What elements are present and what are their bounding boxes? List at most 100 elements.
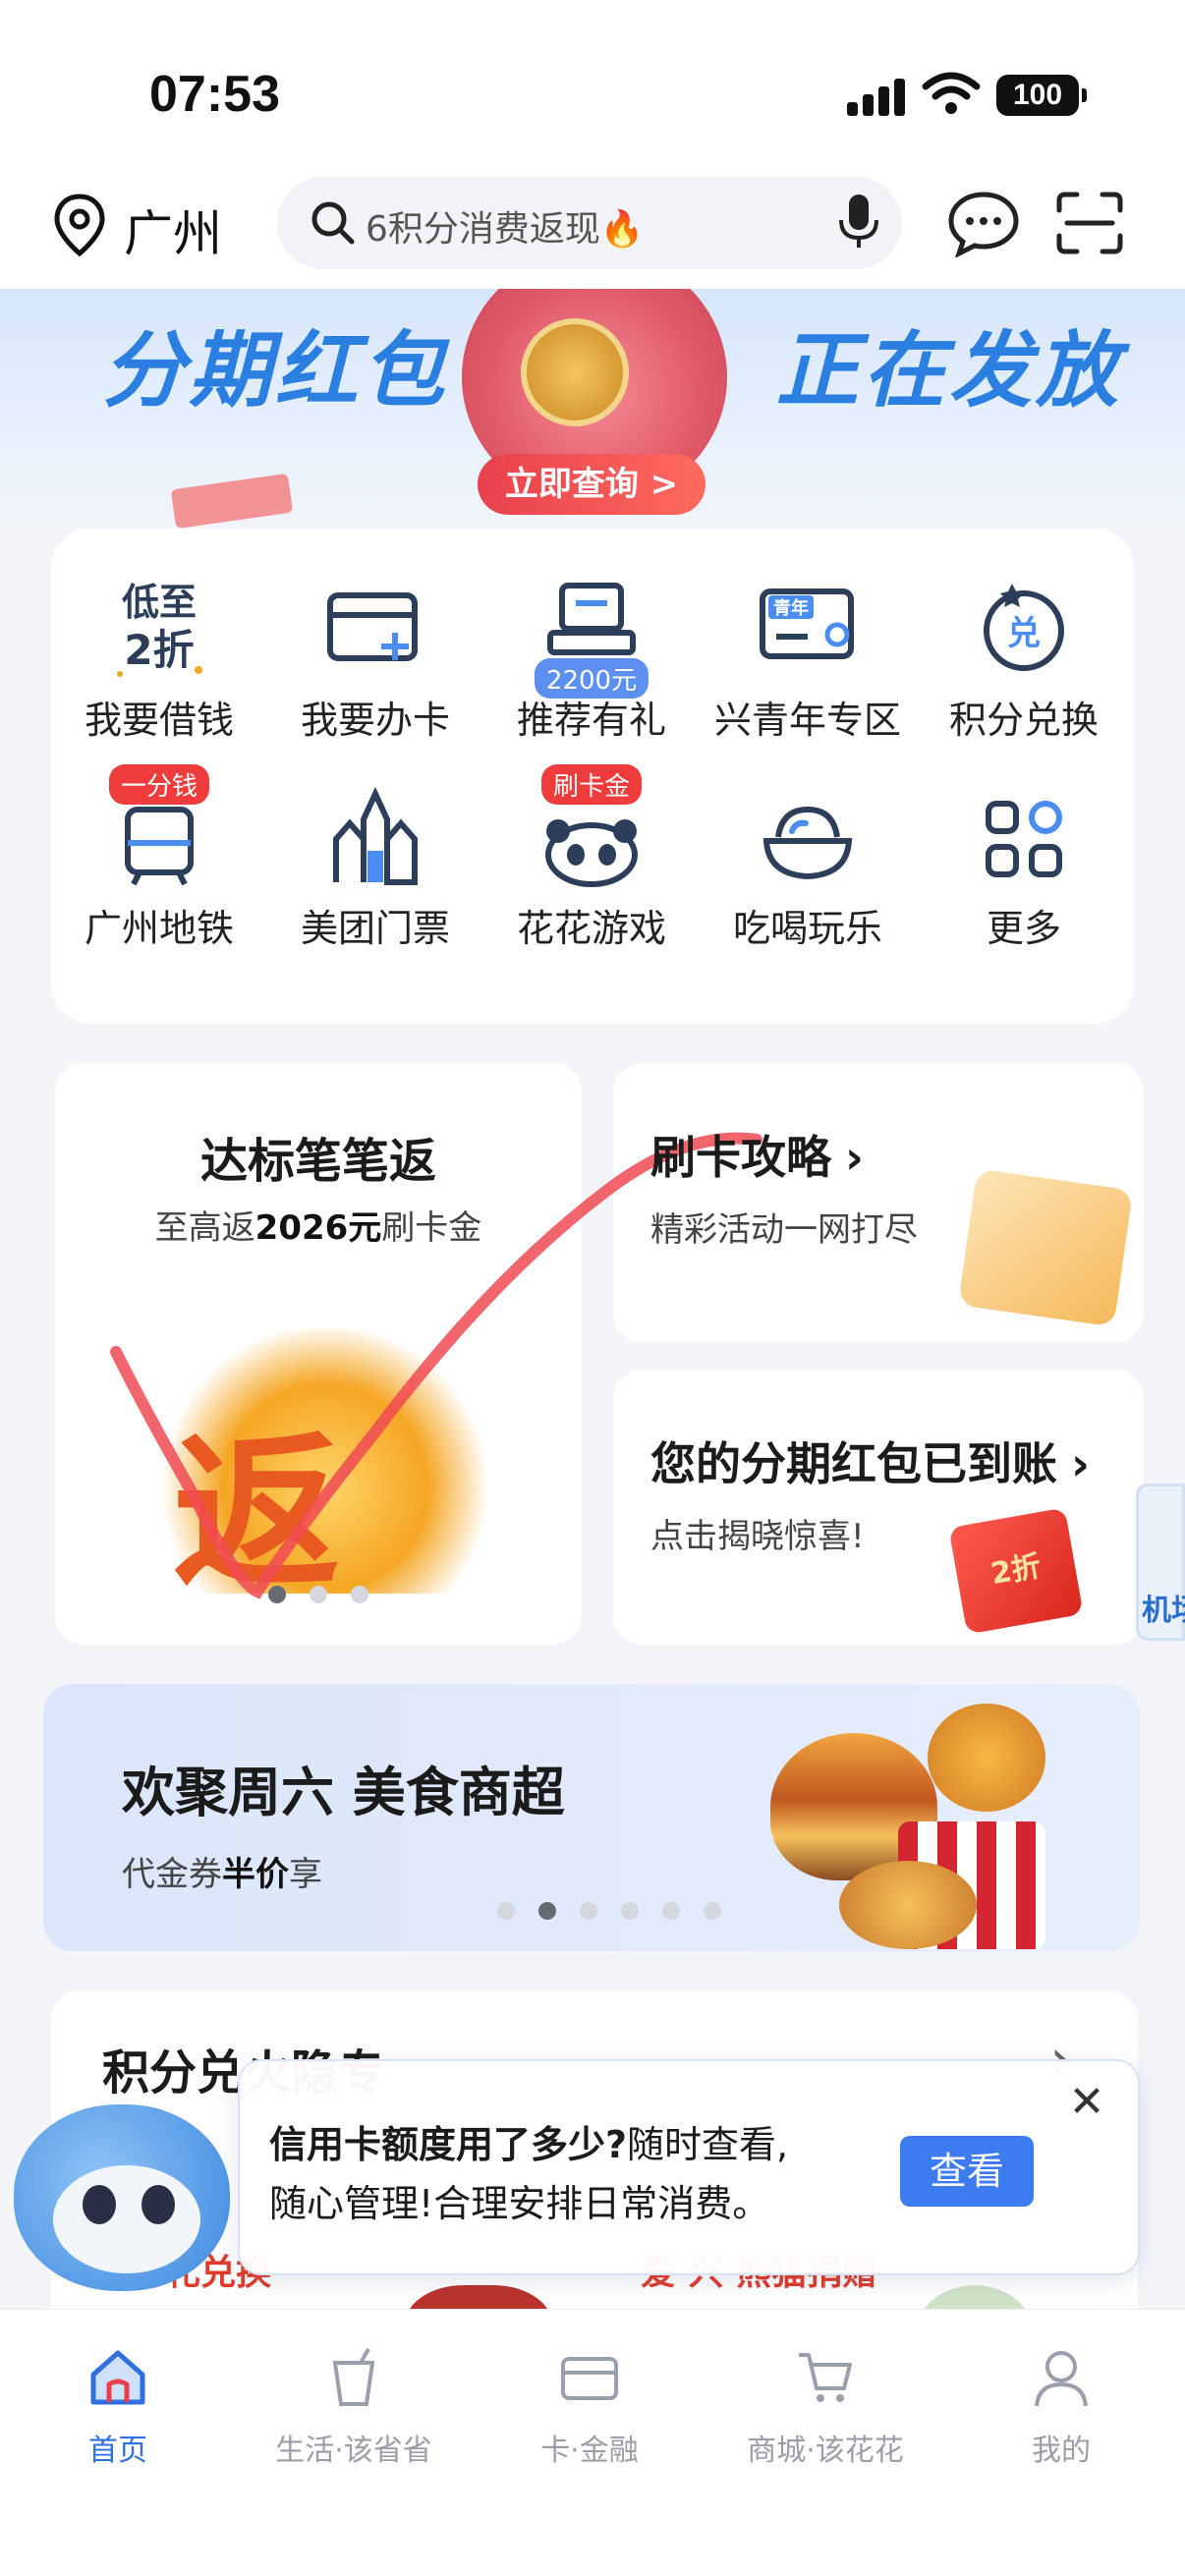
calendar-mascot-illustration <box>958 1168 1133 1327</box>
grid-badge: 刷卡金 <box>540 764 643 805</box>
card-add-icon <box>327 592 418 661</box>
grid-item-metro[interactable]: 一分钱 广州地铁 <box>51 760 267 967</box>
promo-sub-suffix: 刷卡金 <box>381 1208 482 1248</box>
tab-mine[interactable]: 我的 <box>943 2345 1179 2483</box>
status-bar: 07:53 100 <box>0 0 1185 167</box>
food-banner-subtitle: 代金券半价享 <box>122 1847 322 1895</box>
tab-life[interactable]: 生活·该省省 <box>236 2345 472 2483</box>
food-bowl-icon <box>762 806 853 880</box>
carousel-dots <box>55 1586 582 1607</box>
grid-badge: 一分钱 <box>108 764 210 805</box>
carousel-dot[interactable] <box>268 1586 286 1603</box>
grid-item-apply-card[interactable]: 我要办卡 <box>267 552 483 758</box>
promo-title: 刷卡攻略 <box>650 1122 864 1187</box>
grid-label: 我要办卡 <box>300 699 450 742</box>
carousel-dot[interactable] <box>351 1586 368 1603</box>
installment-banner[interactable]: 分期红包 正在发放 立即查询 > <box>0 289 1185 534</box>
promo-subtitle: 点击揭晓惊喜! <box>650 1517 865 1556</box>
promo-card-cashback[interactable]: 达标笔笔返 至高返2026元刷卡金 返 <box>55 1063 582 1645</box>
close-icon[interactable]: ✕ <box>1067 2081 1106 2124</box>
search-icon <box>311 201 355 245</box>
message-icon[interactable] <box>945 189 1022 257</box>
svg-text:青年: 青年 <box>773 597 809 619</box>
promo-card-strategy[interactable]: 刷卡攻略 精彩活动一网打尽 <box>613 1063 1144 1342</box>
home-icon <box>90 2350 145 2405</box>
carousel-dot[interactable] <box>621 1902 639 1920</box>
popup-view-button[interactable]: 查看 <box>900 2136 1034 2207</box>
cart-icon <box>799 2353 852 2402</box>
grid-item-more[interactable]: 更多 <box>916 760 1132 967</box>
mascot-face <box>53 2165 200 2273</box>
carousel-dot[interactable] <box>580 1902 597 1920</box>
gold-coin-icon <box>521 318 629 426</box>
tab-mall[interactable]: 商城·该花花 <box>707 2345 943 2483</box>
user-icon <box>1035 2351 1088 2407</box>
promo-subtitle: 精彩活动一网打尽 <box>650 1210 918 1250</box>
popup-text-line1: 信用卡额度用了多少?随时查看, <box>269 2114 788 2168</box>
grid-label: 兴青年专区 <box>713 699 901 742</box>
grid-item-food-fun[interactable]: 吃喝玩乐 <box>700 760 916 967</box>
grid-item-youth-zone[interactable]: 青年 兴青年专区 <box>700 552 916 758</box>
promo-title: 达标笔笔返 <box>199 1134 436 1189</box>
red-envelope-decoration <box>170 473 294 530</box>
grid-item-meituan-ticket[interactable]: 美团门票 <box>267 760 483 967</box>
battery-indicator: 100 <box>996 75 1087 116</box>
promo-sub-amount: 2026元 <box>254 1208 382 1248</box>
grid-label: 推荐有礼 <box>516 699 666 742</box>
grid-item-points-exchange[interactable]: 兑 积分兑换 <box>916 552 1132 758</box>
carousel-dot[interactable] <box>497 1902 515 1920</box>
points-exchange-icon: 兑 <box>984 584 1064 671</box>
carousel-dot[interactable] <box>704 1902 721 1920</box>
grid-item-huahua-game[interactable]: 刷卡金 花花游戏 <box>483 760 700 967</box>
grid-item-borrow[interactable]: 低至 2折 我要借钱 <box>51 552 267 758</box>
bottom-tab-bar: 首页 生活·该省省 卡·金融 商城·该花花 我的 <box>0 2309 1185 2576</box>
mascot-eye <box>83 2185 116 2224</box>
mascot-eye <box>141 2185 175 2224</box>
credit-limit-popup: 信用卡额度用了多少?随时查看, 随心管理!合理安排日常消费。 查看 ✕ <box>238 2059 1140 2275</box>
drink-cup-icon <box>332 2348 375 2406</box>
grid-item-recommend[interactable]: 2200元 推荐有礼 <box>483 552 700 758</box>
dragon-mascot[interactable] <box>4 2075 246 2301</box>
grid-label: 更多 <box>986 907 1061 950</box>
grid-label: 我要借钱 <box>84 699 234 742</box>
tab-label: 首页 <box>88 2434 147 2468</box>
service-grid: 低至 2折 我要借钱 我要办卡 2200元 推荐有礼 青年 兴青年专区 兑 积分… <box>51 529 1134 1024</box>
banner-query-button[interactable]: 立即查询 > <box>478 454 705 515</box>
search-bar[interactable]: 6积分消费返现🔥 <box>277 177 902 269</box>
grid-label: 广州地铁 <box>84 907 234 950</box>
more-grid-icon <box>986 801 1062 877</box>
tab-home[interactable]: 首页 <box>0 2345 236 2483</box>
svg-text:兑: 兑 <box>1007 614 1041 653</box>
grid-label: 吃喝玩乐 <box>732 907 882 950</box>
promo-title: 您的分期红包已到账 <box>650 1428 1090 1493</box>
cashback-art-character: 返 <box>173 1417 341 1611</box>
food-banner-title: 欢聚周六 美食商超 <box>122 1762 565 1823</box>
tab-label: 我的 <box>1032 2434 1091 2468</box>
carousel-dot[interactable] <box>538 1902 556 1920</box>
location-pin-icon[interactable] <box>51 193 108 257</box>
svg-text:低至: 低至 <box>122 581 197 624</box>
tab-card-finance[interactable]: 卡·金融 <box>472 2345 707 2483</box>
banner-title-right: 正在发放 <box>776 322 1123 419</box>
signal-icon <box>847 77 906 116</box>
food-banner[interactable]: 欢聚周六 美食商超 代金券半价享 <box>43 1684 1140 1951</box>
promo-title-text: 刷卡攻略 <box>650 1131 831 1184</box>
card-icon <box>561 2357 618 2400</box>
popup-line1-rest: 随时查看, <box>627 2123 789 2166</box>
promo-title-text: 您的分期红包已到账 <box>650 1437 1057 1490</box>
food-sub-suffix: 享 <box>289 1855 322 1894</box>
city-selector[interactable]: 广州 <box>124 195 222 265</box>
carousel-dot[interactable] <box>310 1586 327 1603</box>
tab-label: 卡·金融 <box>540 2434 639 2468</box>
carousel-dot[interactable] <box>662 1902 680 1920</box>
edge-widget-label[interactable]: 机场 <box>1142 1586 1185 1629</box>
scan-icon[interactable] <box>1055 191 1124 255</box>
grid-label: 积分兑换 <box>948 699 1099 742</box>
search-placeholder: 6积分消费返现🔥 <box>366 209 645 250</box>
wifi-icon <box>922 72 981 114</box>
food-sub-bold: 半价 <box>222 1855 289 1894</box>
top-header: 广州 6积分消费返现🔥 <box>0 167 1185 289</box>
microphone-icon[interactable] <box>837 193 880 252</box>
promo-card-red-packet[interactable]: 您的分期红包已到账 点击揭晓惊喜! 2折 <box>613 1370 1144 1645</box>
red-packet-illustration: 2折 <box>948 1507 1084 1635</box>
